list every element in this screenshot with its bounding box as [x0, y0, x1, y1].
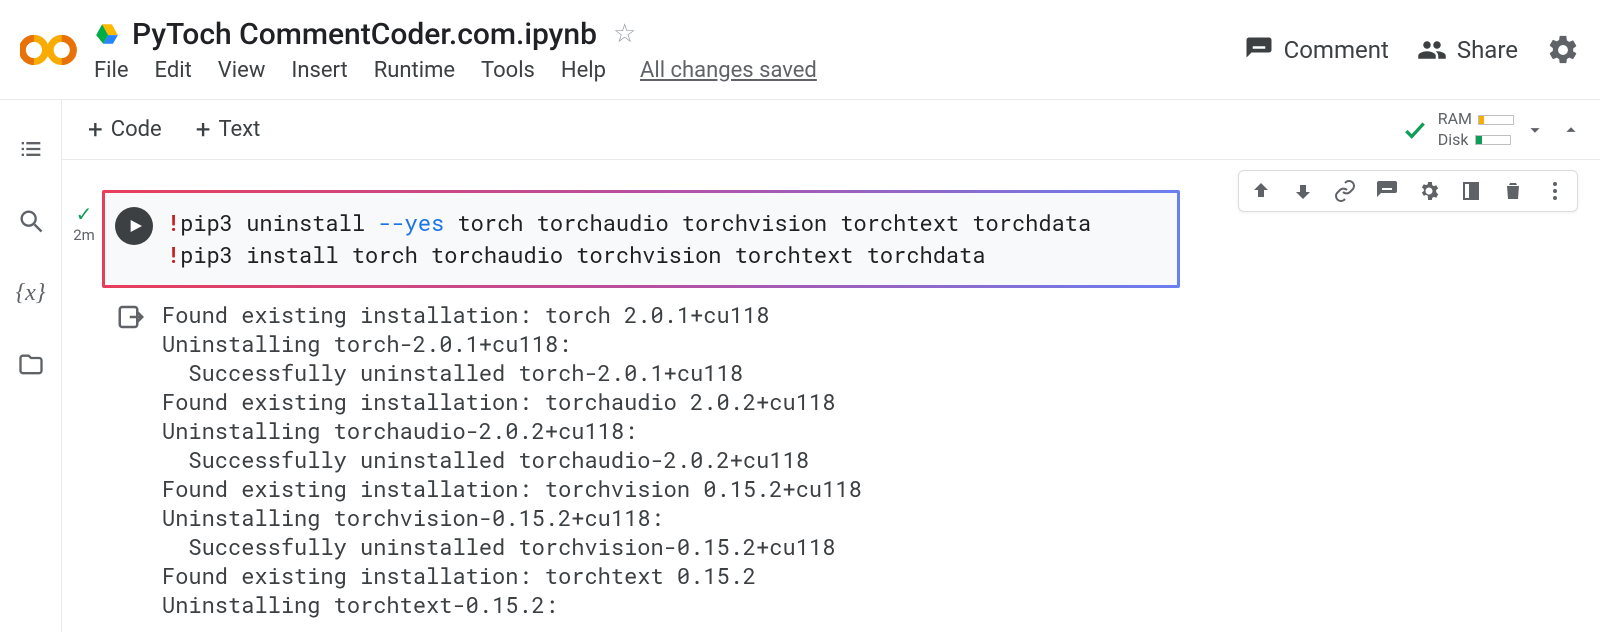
runtime-status[interactable]: RAM Disk	[1402, 109, 1546, 151]
cell-toolbar	[1238, 170, 1578, 212]
add-text-button[interactable]: + Text	[196, 117, 261, 143]
title-block: PyToch CommentCoder.com.ipynb ☆ File Edi…	[94, 17, 817, 83]
comment-icon	[1375, 179, 1399, 203]
menu-edit[interactable]: Edit	[155, 58, 192, 83]
arrow-down-icon	[1291, 179, 1315, 203]
gear-icon	[1417, 179, 1441, 203]
code-cell: !pip3 uninstall --yes torch torchaudio t…	[102, 190, 1180, 619]
toc-button[interactable]	[14, 132, 48, 166]
star-icon[interactable]: ☆	[613, 19, 636, 49]
check-icon	[1402, 117, 1428, 143]
code-inner: !pip3 uninstall --yes torch torchaudio t…	[105, 193, 1177, 285]
menu-runtime[interactable]: Runtime	[374, 58, 455, 83]
plus-icon: +	[196, 117, 211, 143]
people-icon	[1417, 35, 1447, 65]
braces-x-icon: {x}	[16, 280, 46, 307]
title-row: PyToch CommentCoder.com.ipynb ☆	[94, 17, 817, 52]
menu-view[interactable]: View	[218, 58, 266, 83]
output-toggle[interactable]	[102, 300, 160, 619]
more-vertical-icon	[1543, 179, 1567, 203]
variables-button[interactable]: {x}	[14, 276, 48, 310]
run-button[interactable]	[105, 193, 163, 285]
move-up-button[interactable]	[1247, 177, 1275, 205]
colab-logo-icon	[20, 30, 78, 70]
ram-bar	[1478, 115, 1514, 125]
trash-icon	[1501, 179, 1525, 203]
comment-icon	[1244, 35, 1274, 65]
app-header: PyToch CommentCoder.com.ipynb ☆ File Edi…	[0, 0, 1600, 100]
ram-label: RAM	[1438, 109, 1472, 130]
menu-help[interactable]: Help	[561, 58, 606, 83]
notebook-main: ✓ 2m !pip3 uninstall --yes torch torchau…	[62, 160, 1600, 632]
comment-cell-button[interactable]	[1373, 177, 1401, 205]
drive-icon	[94, 21, 120, 47]
cell-status: ✓ 2m	[70, 190, 98, 619]
mirror-cell-button[interactable]	[1457, 177, 1485, 205]
cell-settings-button[interactable]	[1415, 177, 1443, 205]
insert-toolbar: + Code + Text RAM Disk	[62, 100, 1600, 160]
list-icon	[17, 135, 45, 163]
code-editor[interactable]: !pip3 uninstall --yes torch torchaudio t…	[163, 193, 1177, 285]
link-icon	[1333, 179, 1357, 203]
menu-file[interactable]: File	[94, 58, 129, 83]
comment-button[interactable]: Comment	[1244, 35, 1389, 65]
check-icon: ✓	[76, 202, 93, 226]
disk-bar	[1475, 135, 1511, 145]
add-text-label: Text	[218, 117, 260, 142]
header-right: Comment Share	[1244, 0, 1580, 100]
disk-label: Disk	[1438, 130, 1469, 151]
share-label: Share	[1457, 36, 1518, 64]
more-cell-button[interactable]	[1541, 177, 1569, 205]
output-arrow-icon	[116, 302, 146, 332]
move-down-button[interactable]	[1289, 177, 1317, 205]
collapse-header-button[interactable]	[1560, 119, 1582, 141]
gear-icon	[1546, 33, 1580, 67]
mirror-icon	[1459, 179, 1483, 203]
notebook-title[interactable]: PyToch CommentCoder.com.ipynb	[132, 17, 597, 52]
files-button[interactable]	[14, 348, 48, 382]
add-code-button[interactable]: + Code	[88, 117, 162, 143]
settings-button[interactable]	[1546, 33, 1580, 67]
share-button[interactable]: Share	[1417, 35, 1518, 65]
arrow-up-icon	[1249, 179, 1273, 203]
menu-insert[interactable]: Insert	[291, 58, 347, 83]
colab-logo[interactable]	[14, 15, 84, 85]
resource-bars: RAM Disk	[1438, 109, 1514, 151]
cell-output: Found existing installation: torch 2.0.1…	[160, 300, 862, 619]
cell-wrap: ✓ 2m !pip3 uninstall --yes torch torchau…	[62, 190, 1600, 619]
search-icon	[17, 207, 45, 235]
chevron-down-icon	[1524, 119, 1546, 141]
toolbar-right: RAM Disk	[1402, 100, 1582, 160]
link-cell-button[interactable]	[1331, 177, 1359, 205]
cell-duration: 2m	[70, 226, 98, 244]
save-status[interactable]: All changes saved	[640, 58, 817, 83]
code-frame: !pip3 uninstall --yes torch torchaudio t…	[102, 190, 1180, 288]
play-icon	[128, 218, 144, 234]
menubar: File Edit View Insert Runtime Tools Help…	[94, 58, 817, 83]
plus-icon: +	[88, 117, 103, 143]
play-circle	[115, 207, 153, 245]
menu-tools[interactable]: Tools	[481, 58, 535, 83]
delete-cell-button[interactable]	[1499, 177, 1527, 205]
folder-icon	[17, 351, 45, 379]
add-code-label: Code	[111, 117, 162, 142]
output-row: Found existing installation: torch 2.0.1…	[102, 300, 1180, 619]
left-rail: {x}	[0, 100, 62, 632]
comment-label: Comment	[1284, 36, 1389, 64]
search-button[interactable]	[14, 204, 48, 238]
